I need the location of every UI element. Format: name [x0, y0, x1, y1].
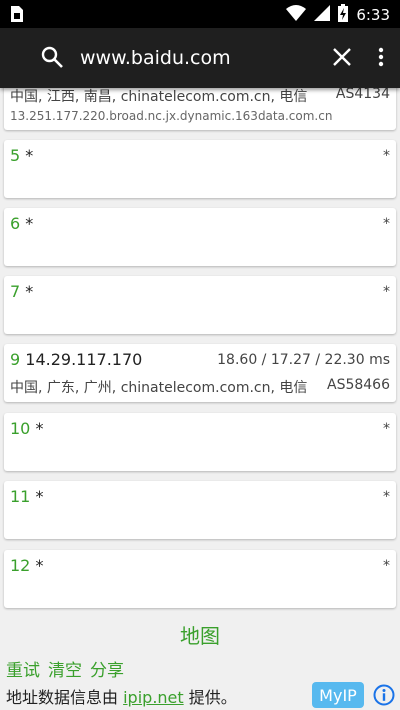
url-input[interactable] — [80, 44, 310, 72]
wifi-icon — [286, 5, 307, 25]
hop-ip: * — [35, 556, 44, 575]
hop-card-7[interactable]: 7 * * — [4, 276, 396, 334]
myip-button[interactable]: MyIP — [312, 682, 364, 708]
hop-card-5[interactable]: 5 * * — [4, 140, 396, 198]
hop-card-12[interactable]: 12 * * — [4, 550, 396, 608]
hop-rtt: * — [383, 558, 390, 574]
battery-charging-icon — [338, 4, 349, 26]
hop-location: 中国, 江西, 南昌, chinatelecom.com.cn, 电信 — [10, 89, 308, 105]
provider-note: 地址数据信息由 ipip.net 提供。 — [6, 684, 237, 708]
hop-asn: AS4134 — [335, 86, 390, 102]
hop-number: 5 — [10, 146, 21, 165]
hop-ip: * — [35, 419, 44, 438]
footer: 地图 重试 清空 分享 地址数据信息由 ipip.net 提供。 MyIP — [0, 612, 400, 710]
search-icon[interactable] — [40, 45, 64, 73]
hop-line: 7 * — [10, 282, 33, 301]
hop-ip: * — [25, 146, 34, 165]
close-icon[interactable] — [332, 47, 352, 71]
provider-suffix: 提供。 — [188, 688, 237, 707]
hop-number: 6 — [10, 214, 21, 233]
hop-number: 10 — [10, 419, 31, 438]
hop-number: 11 — [10, 487, 31, 506]
share-link[interactable]: 分享 — [90, 661, 124, 681]
ipip-link[interactable]: ipip.net — [123, 688, 184, 707]
hop-list[interactable]: 中国, 江西, 南昌, chinatelecom.com.cn, 电信 AS41… — [0, 0, 400, 612]
more-vert-icon[interactable] — [378, 47, 384, 71]
info-icon[interactable] — [373, 684, 395, 710]
retry-link[interactable]: 重试 — [6, 661, 40, 681]
hop-ip: * — [35, 487, 44, 506]
hop-line: 10 * — [10, 419, 43, 438]
hop-ip: * — [25, 282, 34, 301]
hop-rtt: * — [383, 284, 390, 300]
hop-asn: AS58466 — [327, 377, 390, 393]
hop-number: 9 — [10, 350, 21, 369]
sim-icon — [10, 6, 24, 26]
hop-location: 中国, 广东, 广州, chinatelecom.com.cn, 电信 — [10, 380, 308, 396]
hop-ip: * — [25, 214, 34, 233]
signal-icon — [314, 5, 331, 25]
hop-number: 7 — [10, 282, 21, 301]
hop-line: 9 14.29.117.170 — [10, 350, 142, 369]
status-bar: 6:33 — [0, 0, 400, 28]
hop-line: 11 * — [10, 487, 43, 506]
clear-link[interactable]: 清空 — [48, 661, 82, 681]
status-time: 6:33 — [356, 6, 390, 24]
hop-rtt: * — [383, 421, 390, 437]
hop-line: 6 * — [10, 214, 33, 233]
hop-ip: 14.29.117.170 — [25, 350, 143, 369]
provider-prefix: 地址数据信息由 — [6, 688, 119, 707]
hop-card-6[interactable]: 6 * * — [4, 208, 396, 266]
hop-rtt: * — [383, 148, 390, 164]
hop-rtt: * — [383, 216, 390, 232]
search-toolbar — [0, 28, 400, 88]
hop-number: 12 — [10, 556, 31, 575]
hop-card-10[interactable]: 10 * * — [4, 413, 396, 471]
hop-rtt: 18.60 / 17.27 / 22.30 ms — [217, 352, 390, 368]
hop-line: 12 * — [10, 556, 43, 575]
hop-card-11[interactable]: 11 * * — [4, 481, 396, 539]
hop-card-9[interactable]: 9 14.29.117.170 18.60 / 17.27 / 22.30 ms… — [4, 344, 396, 402]
action-links: 重试 清空 分享 — [6, 656, 132, 681]
hop-line: 5 * — [10, 146, 33, 165]
hop-hostname: 13.251.177.220.broad.nc.jx.dynamic.163da… — [10, 109, 333, 123]
map-link[interactable]: 地图 — [0, 620, 400, 649]
hop-rtt: * — [383, 489, 390, 505]
